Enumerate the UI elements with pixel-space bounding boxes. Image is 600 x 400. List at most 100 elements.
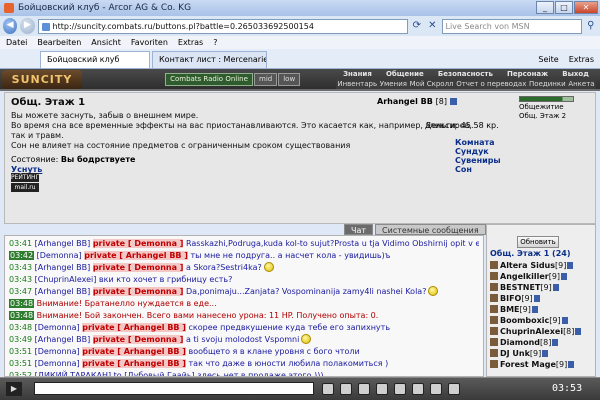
private-target[interactable]: private [ Arhangel BB ] xyxy=(82,347,186,356)
clear-icon[interactable] xyxy=(340,383,352,395)
online-user[interactable]: Altera Sidus[9] xyxy=(490,260,594,271)
menu-help[interactable]: ? xyxy=(213,36,217,49)
message-author[interactable]: [Arhangel BB] xyxy=(35,263,91,272)
online-user[interactable]: BESTNET[9] xyxy=(490,282,594,293)
message-author[interactable]: [ChuprinAlexei] xyxy=(35,275,97,284)
user-info-icon[interactable] xyxy=(552,284,559,291)
chat-input[interactable] xyxy=(34,382,314,395)
private-target[interactable]: private [ Demonna ] xyxy=(92,263,184,272)
menu-my-scroll[interactable]: Мой Скролл xyxy=(410,79,454,89)
game-menu-bottom: Инвентарь Умения Мой Скролл Отчет о пере… xyxy=(336,79,596,89)
menu-bearbeiten[interactable]: Bearbeiten xyxy=(37,36,81,49)
user-info-icon[interactable] xyxy=(531,306,538,313)
minimize-button[interactable]: _ xyxy=(536,1,554,14)
user-info-icon[interactable] xyxy=(552,339,559,346)
settings-icon[interactable] xyxy=(430,383,442,395)
search-icon[interactable]: ⚲ xyxy=(585,19,597,33)
player-info[interactable]: Arhangel BB [8] xyxy=(377,97,457,106)
sound-icon[interactable] xyxy=(412,383,424,395)
menu-profile[interactable]: Анкета xyxy=(568,79,594,89)
message-author[interactable]: [Arhangel BB] xyxy=(35,287,91,296)
chat-log[interactable]: 03:41 [Arhangel BB] private [ Demonna ] … xyxy=(4,235,484,377)
quality-low-button[interactable]: low xyxy=(278,73,301,86)
online-user[interactable]: ChuprinAlexei[8] xyxy=(490,326,594,337)
menu-exit[interactable]: Выход xyxy=(562,69,589,79)
refresh-button[interactable]: Обновить xyxy=(517,236,559,248)
private-target[interactable]: private [ Arhangel BB ] xyxy=(82,359,186,368)
tab-contact-list[interactable]: Контакт лист : Mercenaries xyxy=(152,51,267,68)
online-user[interactable]: Angelkiller[9] xyxy=(490,271,594,282)
menu-ansicht[interactable]: Ansicht xyxy=(91,36,121,49)
link-sleep[interactable]: Сон xyxy=(455,165,501,174)
refresh-icon[interactable]: ⟳ xyxy=(411,19,423,33)
tab-system-messages[interactable]: Системные сообщения xyxy=(375,224,486,235)
link-room[interactable]: Комната xyxy=(455,138,501,147)
message-author[interactable]: [Demonna] xyxy=(35,323,80,332)
rating-counter[interactable]: РЕЙТИНГ xyxy=(11,173,39,182)
menu-communication[interactable]: Общение xyxy=(386,69,424,79)
minimap-link-floor2[interactable]: Общ. Этаж 2 xyxy=(519,112,589,121)
filter-icon[interactable] xyxy=(376,383,388,395)
user-info-icon[interactable] xyxy=(533,295,540,302)
radio-button[interactable]: Combats Radio Online xyxy=(165,73,253,86)
forward-icon[interactable]: ▶ xyxy=(20,18,35,34)
chat-mode-icon[interactable]: ▶ xyxy=(6,382,22,396)
smiles-icon[interactable] xyxy=(358,383,370,395)
online-user[interactable]: DJ Unk[9] xyxy=(490,348,594,359)
tab-chat[interactable]: Чат xyxy=(344,224,374,235)
message-author[interactable]: [Arhangel BB] xyxy=(35,335,91,344)
chat-toolbar: ▶ 03:53 xyxy=(0,377,600,400)
online-user[interactable]: Diamond[8] xyxy=(490,337,594,348)
back-icon[interactable]: ◀ xyxy=(3,18,18,34)
tools-menu[interactable]: Extras xyxy=(569,51,594,68)
player-level: [8] xyxy=(435,97,447,106)
link-souvenirs[interactable]: Сувениры xyxy=(455,156,501,165)
menu-skills[interactable]: Умения xyxy=(380,79,407,89)
mailru-counter[interactable]: mail.ru xyxy=(11,183,39,192)
private-target[interactable]: private [ Demonna ] xyxy=(92,287,184,296)
tab-fight-club[interactable]: Бойцовский клуб xyxy=(40,51,150,68)
smiley-icon xyxy=(428,286,439,296)
search-input[interactable]: Live Search von MSN xyxy=(441,18,582,34)
user-info-icon[interactable] xyxy=(542,350,549,357)
menu-fights[interactable]: Поединки xyxy=(529,79,566,89)
menu-knowledge[interactable]: Знания xyxy=(343,69,372,79)
send-icon[interactable] xyxy=(322,383,334,395)
user-info-icon[interactable] xyxy=(561,317,568,324)
menu-favoriten[interactable]: Favoriten xyxy=(131,36,168,49)
stop-icon[interactable]: ✕ xyxy=(426,19,438,33)
message-author[interactable]: [Demonna] xyxy=(35,359,80,368)
online-user[interactable]: BME[9] xyxy=(490,304,594,315)
private-target[interactable]: private [ Demonna ] xyxy=(92,239,184,248)
private-target[interactable]: private [ Arhangel BB ] xyxy=(82,323,186,332)
message-time: 03:47 xyxy=(9,287,33,296)
user-info-icon[interactable] xyxy=(568,361,575,368)
maximize-button[interactable]: □ xyxy=(555,1,573,14)
message-author[interactable]: [Demonna] xyxy=(37,251,82,260)
online-user[interactable]: Boomboxic[9] xyxy=(490,315,594,326)
scroll-icon[interactable] xyxy=(448,383,460,395)
quality-mid-button[interactable]: mid xyxy=(254,73,278,86)
online-user[interactable]: BIFO[9] xyxy=(490,293,594,304)
user-info-icon[interactable] xyxy=(575,328,582,335)
private-target[interactable]: private [ Arhangel BB ] xyxy=(84,251,188,260)
menu-security[interactable]: Безопасность xyxy=(438,69,493,79)
user-info-icon[interactable] xyxy=(567,262,574,269)
menu-transfers[interactable]: Отчет о переводах xyxy=(456,79,526,89)
menu-inventory[interactable]: Инвентарь xyxy=(337,79,377,89)
menu-character[interactable]: Персонаж xyxy=(507,69,548,79)
message-author[interactable]: [Arhangel BB] xyxy=(35,239,91,248)
private-target[interactable]: private [ Demonna ] xyxy=(92,335,184,344)
menu-extras[interactable]: Extras xyxy=(178,36,203,49)
menu-datei[interactable]: Datei xyxy=(6,36,27,49)
message-author[interactable]: [Demonna] xyxy=(35,347,80,356)
close-button[interactable]: ✕ xyxy=(574,1,598,14)
link-chest[interactable]: Сундук xyxy=(455,147,501,156)
user-info-icon[interactable] xyxy=(561,273,568,280)
online-user[interactable]: Forest Mage[9] xyxy=(490,359,594,370)
info-icon[interactable] xyxy=(449,98,457,105)
minimap-link-dorm[interactable]: Общежитие xyxy=(519,103,589,112)
translit-icon[interactable] xyxy=(394,383,406,395)
page-menu[interactable]: Seite xyxy=(538,51,558,68)
url-field[interactable]: http://suncity.combats.ru/buttons.pl?bat… xyxy=(37,18,408,34)
